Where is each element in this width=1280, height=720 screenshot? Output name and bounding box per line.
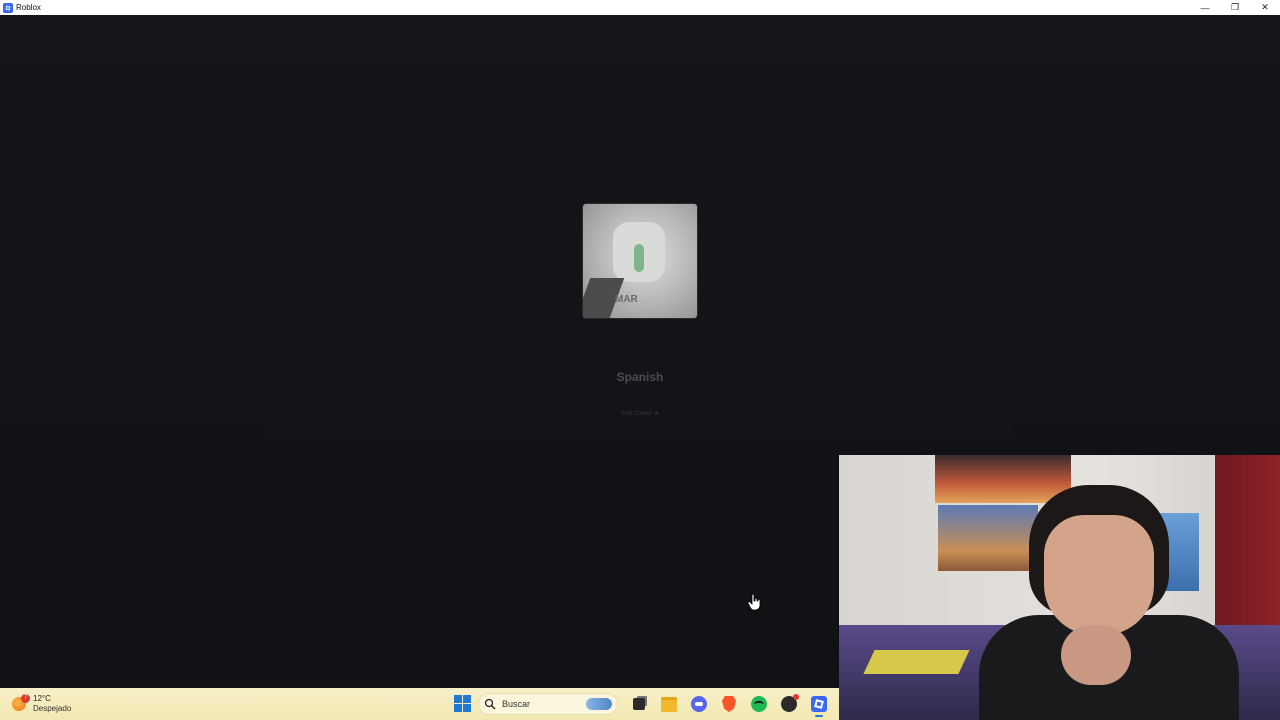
roblox-taskbar-button[interactable] [808,693,830,717]
weather-widget[interactable]: 7 12°C Despejado [12,692,71,716]
search-label: Buscar [502,699,531,709]
webcam-overlay [839,455,1280,720]
game-creator: Vest Center ★ [620,411,660,417]
obs-icon [781,694,799,712]
weather-description: Despejado [33,704,72,713]
search-highlight-icon [586,698,612,710]
close-button[interactable]: ✕ [1250,0,1280,15]
discord-button[interactable] [688,693,710,715]
restore-button[interactable]: ❐ [1220,0,1250,15]
taskbar: 7 12°C Despejado Buscar [0,688,839,720]
thumbnail-text: MAR [615,294,638,305]
weather-text: 12°C Despejado [33,694,71,714]
discord-icon [691,696,707,712]
file-explorer-button[interactable] [658,693,680,715]
game-title: Spanish [616,370,664,384]
window-title: Roblox [16,3,41,12]
brave-button[interactable] [718,693,740,715]
poster-house [938,505,1038,571]
person-hand [1061,625,1131,685]
laptop [863,650,970,674]
start-button[interactable] [454,695,472,713]
roblox-app-icon [3,2,13,13]
search-icon [484,698,496,710]
task-view-icon [633,698,645,710]
weather-sun-icon: 7 [12,694,30,711]
weather-temperature: 12°C [33,694,51,703]
search-box[interactable]: Buscar [478,693,618,715]
weather-badge: 7 [21,694,30,703]
obs-button[interactable] [778,693,800,715]
hand-cursor-icon [748,594,761,610]
minimize-button[interactable]: — [1190,0,1220,15]
start-icon [454,695,462,703]
spotify-icon [751,696,767,712]
poster-sunset [935,455,1071,503]
file-explorer-icon [661,696,677,712]
spotify-button[interactable] [748,693,770,715]
taskbar-center: Buscar [452,692,834,717]
window-titlebar[interactable]: Roblox — ❐ ✕ [0,0,1280,15]
window-controls: — ❐ ✕ [1190,0,1280,15]
person-face [1044,515,1154,635]
brave-icon [722,696,736,712]
microphone-icon [634,244,644,272]
task-view-button[interactable] [628,693,650,715]
roblox-icon [811,696,827,712]
game-thumbnail: MAR [583,204,697,318]
